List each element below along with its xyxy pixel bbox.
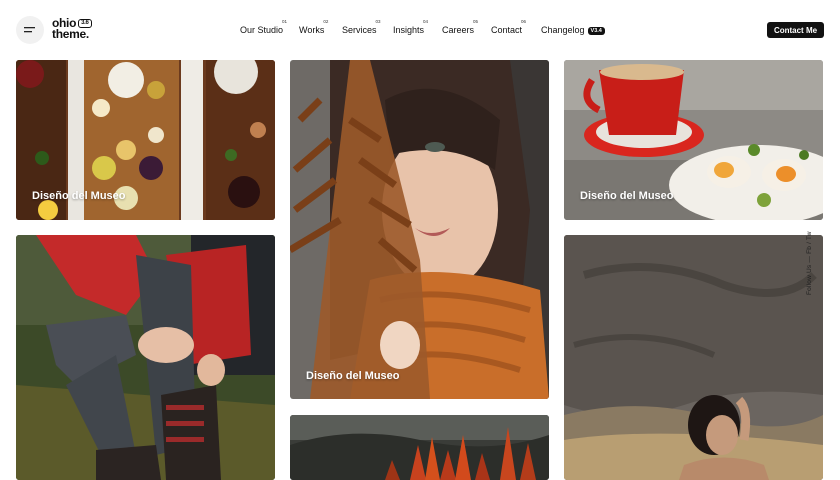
woman-rock-photo (564, 235, 823, 480)
side-social-links: Follow Us — Fb / Tw (806, 205, 818, 300)
nav-item-our-studio[interactable]: Our Studio 01 (240, 19, 287, 36)
nav-number: 04 (423, 19, 429, 24)
nav-item-careers[interactable]: Careers 05 (442, 19, 478, 36)
nav-number: 06 (521, 19, 527, 24)
portfolio-tile-forest[interactable] (290, 415, 549, 480)
nav-item-changelog[interactable]: Changelog V3.4 (541, 24, 605, 36)
nav-label: Services (342, 25, 377, 35)
portfolio-tile-hiker[interactable] (16, 235, 275, 480)
brand-logo[interactable]: ohio 3.6 theme. (52, 17, 92, 41)
contact-me-button[interactable]: Contact Me (767, 22, 824, 38)
tile-caption: Diseño del Museo (306, 370, 400, 382)
portfolio-tile-food[interactable]: Diseño del Museo (16, 60, 275, 220)
changelog-version-badge: V3.4 (587, 27, 605, 35)
nav-number: 01 (282, 19, 288, 24)
brand-name-line2: theme. (52, 27, 89, 41)
nav-label: Contact (491, 25, 523, 35)
nav-item-works[interactable]: Works 02 (299, 19, 328, 36)
hiker-boots-photo (16, 235, 275, 480)
site-header: ohio 3.6 theme. Our Studio 01 Works 02 Serv… (0, 0, 840, 60)
autumn-trees-photo (290, 415, 549, 480)
nav-label: Changelog (541, 25, 585, 35)
nav-number: 02 (323, 19, 329, 24)
follow-us-label: Follow Us (806, 264, 813, 295)
nav-item-contact[interactable]: Contact 06 (491, 19, 526, 36)
side-social-text: Follow Us — Fb / Tw (806, 231, 813, 295)
tile-caption: Diseño del Museo (580, 190, 674, 202)
portfolio-tile-portrait[interactable]: Diseño del Museo (290, 60, 549, 399)
nav-label: Our Studio (240, 25, 284, 35)
hamburger-icon (24, 27, 35, 33)
facebook-link[interactable]: Fb (806, 246, 813, 254)
nav-label: Works (299, 25, 325, 35)
nav-item-insights[interactable]: Insights 04 (393, 19, 428, 36)
portfolio-tile-rock[interactable] (564, 235, 823, 480)
social-separator: / (806, 241, 813, 244)
social-divider: — (806, 255, 813, 263)
nav-label: Insights (393, 25, 425, 35)
nav-label: Careers (442, 25, 475, 35)
menu-button[interactable] (16, 16, 44, 44)
woman-fern-photo (290, 60, 549, 399)
twitter-link[interactable]: Tw (806, 231, 813, 240)
nav-number: 05 (473, 19, 479, 24)
tile-caption: Diseño del Museo (32, 190, 126, 202)
portfolio-tile-breakfast[interactable]: Diseño del Museo (564, 60, 823, 220)
nav-item-services[interactable]: Services 03 (342, 19, 381, 36)
nav-number: 03 (375, 19, 381, 24)
